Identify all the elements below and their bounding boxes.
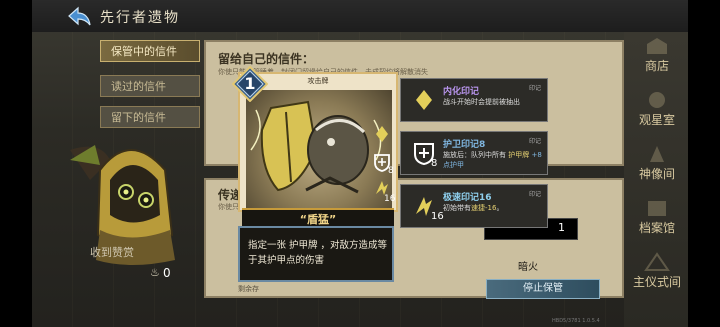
sigil-internal-icon	[376, 126, 388, 142]
sigil-speed-name: 极速印记16	[443, 193, 492, 203]
sigil-internal-tooltip-icon	[416, 90, 432, 110]
page-title: 先行者遗物	[100, 10, 180, 26]
card-description: 指定一张 护甲牌 ，对敌方造成等于其护甲点的伤害	[248, 240, 388, 266]
received-praise-count: 0	[163, 266, 171, 280]
stop-keeping-button[interactable]: 停止保管	[486, 279, 600, 299]
nav-archive-label: 档案馆	[638, 221, 675, 235]
archive-icon	[648, 201, 666, 216]
received-praise-label: 收到赞赏	[90, 246, 134, 259]
sigil-tooltip-speed: 16 极速印记16 印记 初始带有速捷-16。	[400, 184, 548, 228]
sigil-speed-num: 16	[431, 211, 444, 222]
sigil-speed-desc-hl: 速捷-16	[471, 204, 497, 212]
praise-icon: ♨	[150, 266, 160, 279]
observatory-icon	[649, 92, 665, 108]
sigil-speed-desc-pre: 初始带有	[443, 204, 471, 212]
sigil-guard-desc-hl: 护甲牌	[508, 151, 530, 159]
sigil-guard-desc: 施放后：队列中所有 护甲牌 +8点护甲	[443, 150, 543, 170]
card-artwork	[246, 90, 392, 210]
sigil-tooltip-internal: 内化印记 印记 战斗开始时会提前被抽出	[400, 78, 548, 122]
speed-mark-value: 16	[384, 194, 396, 204]
tab-left-letters[interactable]: 留下的信件	[100, 106, 200, 128]
nav-observatory[interactable]: 观星室	[628, 90, 686, 134]
sigil-guard-name: 护卫印记8	[443, 140, 486, 150]
card-description-box: 指定一张 护甲牌 ，对敌方造成等于其护甲点的伤害	[238, 226, 394, 282]
armored-beast-shield-icon	[250, 100, 382, 194]
sigil-tooltip-guard: 8 护卫印记8 印记 施放后：队列中所有 护甲牌 +8点护甲	[400, 131, 548, 175]
ritual-icon	[644, 252, 670, 271]
shop-icon	[647, 38, 667, 54]
tab-read-letters[interactable]: 读过的信件	[100, 75, 200, 97]
nav-archive[interactable]: 档案馆	[628, 198, 686, 242]
card-cost: 1	[244, 74, 256, 93]
nav-observatory-label: 观星室	[638, 113, 675, 127]
sigil-guard-num: 8	[431, 158, 438, 169]
remaining-label: 剩余存	[238, 285, 259, 293]
tab-kept-letters[interactable]: 保管中的信件	[100, 40, 200, 62]
sigil-guard-tag: 印记	[528, 138, 541, 145]
card-name: “盾猛”	[299, 213, 337, 226]
nav-idol-room[interactable]: 神像间	[628, 144, 686, 188]
version-text: HBD5/3781 1.0.5.4	[552, 318, 600, 324]
sigil-guard-desc-pre: 施放后：队列中所有	[443, 151, 509, 159]
sigil-speed-tag: 印记	[528, 191, 541, 198]
nav-idol-room-label: 神像间	[638, 167, 675, 181]
sigil-speed-desc: 初始带有速捷-16。	[443, 203, 543, 213]
sigil-internal-name: 内化印记	[443, 87, 480, 97]
self-letter-title: 留给自己的信件：	[218, 52, 315, 66]
nav-shop[interactable]: 商店	[628, 36, 686, 80]
nav-shop-label: 商店	[644, 59, 669, 73]
sigil-speed-desc-post: 。	[496, 204, 504, 212]
idol-icon	[650, 146, 664, 162]
sigil-internal-desc: 战斗开始时会提前被抽出	[443, 98, 520, 106]
right-navigation: 商店 观星室 神像间 档案馆 主仪式间	[624, 32, 688, 327]
nav-ritual-hall[interactable]: 主仪式间	[628, 252, 686, 296]
top-bar: 先行者遗物	[32, 0, 688, 32]
sigil-internal-tag: 印记	[528, 85, 541, 92]
selected-card[interactable]: 攻击牌 8 16 1 “盾猛” 指定一张 护甲牌 ，对敌方造成等于其护甲点的伤害	[232, 66, 398, 284]
dark-fire-label: 暗火	[518, 262, 538, 273]
guard-mark-value: 8	[388, 166, 394, 176]
ticket-value: 1	[558, 221, 565, 234]
nav-ritual-hall-label: 主仪式间	[632, 275, 681, 289]
back-arrow-icon[interactable]	[66, 6, 92, 26]
